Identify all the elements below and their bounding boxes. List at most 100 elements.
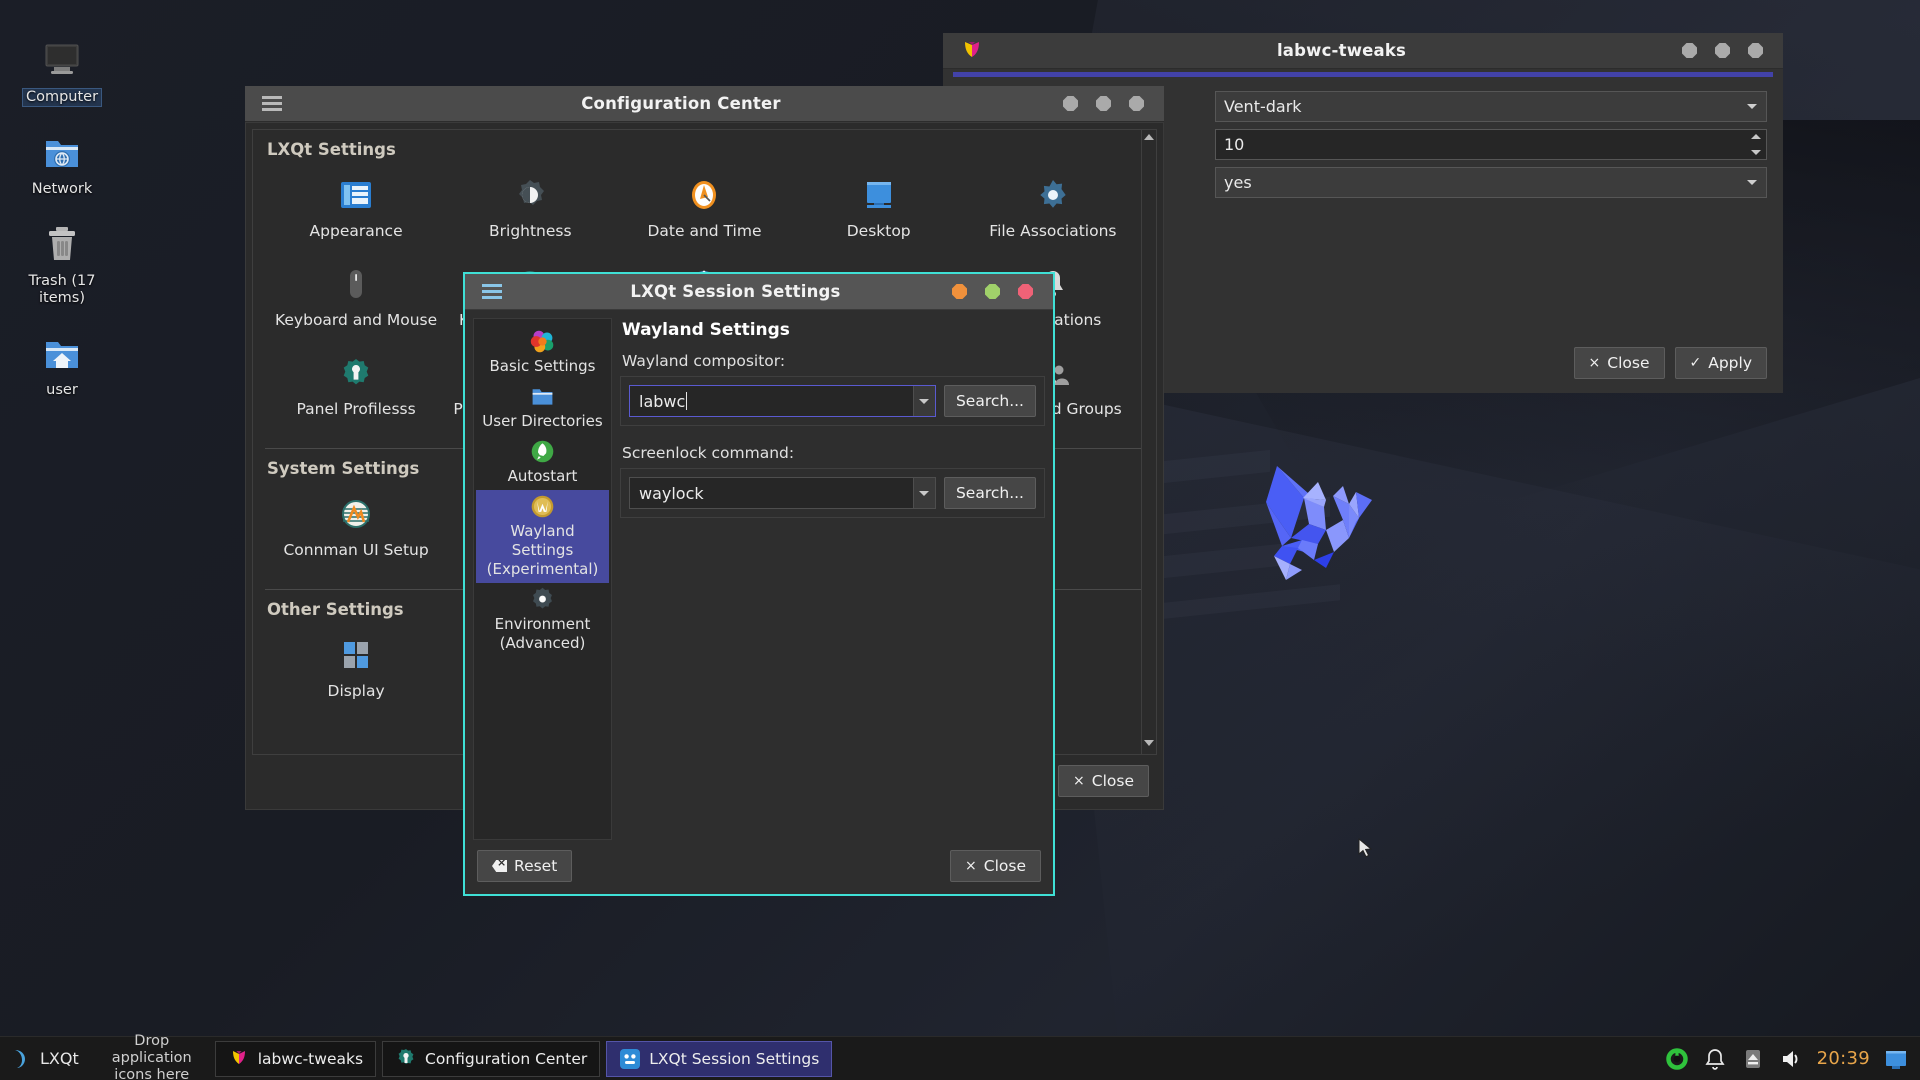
task-button-label: Configuration Center — [425, 1050, 587, 1068]
desktop-icon-user[interactable]: user — [14, 329, 110, 399]
volume-icon[interactable] — [1779, 1047, 1803, 1071]
panel-profiles-icon — [338, 355, 374, 391]
config-item-panel-profilesss[interactable]: Panel Profilesss — [269, 343, 443, 432]
task-button-configuration-center[interactable]: Configuration Center — [382, 1041, 600, 1077]
labwc-close-button[interactable]: × Close — [1574, 347, 1665, 379]
config-item-keyboard-and-mouse[interactable]: Keyboard and Mouse — [269, 254, 443, 343]
sidebar-item-environment[interactable]: Environment (Advanced) — [476, 583, 609, 657]
session-blue-icon — [619, 1048, 641, 1070]
session-close-button[interactable]: × Close — [950, 850, 1041, 882]
config-item-connman-ui-setup[interactable]: Connman UI Setup — [269, 484, 443, 573]
desktop-icon-trash[interactable]: Trash (17 items) — [14, 220, 110, 307]
minimize-button[interactable] — [1063, 96, 1078, 111]
openbox-theme-combobox[interactable]: Vent-dark — [1215, 91, 1767, 122]
folder-icon — [529, 383, 556, 410]
wayland-compositor-label: Wayland compositor: — [622, 352, 1045, 370]
maximize-button[interactable] — [985, 284, 1000, 299]
drop-shadows-value: yes — [1224, 173, 1252, 192]
task-button-label: LXQt Session Settings — [649, 1050, 819, 1068]
rocket-icon — [529, 438, 556, 465]
maximize-button[interactable] — [1096, 96, 1111, 111]
wayland-compositor-input[interactable]: labwc — [629, 385, 936, 417]
close-button[interactable] — [1129, 96, 1144, 111]
wayland-compositor-search-button[interactable]: Search... — [944, 385, 1036, 417]
start-menu-button[interactable]: LXQt — [0, 1037, 89, 1080]
config-item-desktop[interactable]: Desktop — [792, 165, 966, 254]
minimize-button[interactable] — [1682, 43, 1697, 58]
session-settings-title: LXQt Session Settings — [519, 282, 952, 301]
config-item-brightness[interactable]: Brightness — [443, 165, 617, 254]
config-center-menu-slot[interactable] — [245, 96, 299, 111]
config-center-close-button[interactable]: × Close — [1058, 765, 1149, 797]
sidebar-item-basic-settings[interactable]: Basic Settings — [476, 325, 609, 380]
screenlock-command-value: waylock — [639, 484, 704, 503]
config-item-file-associations[interactable]: File Associations — [966, 165, 1140, 254]
reset-icon — [492, 860, 507, 872]
eject-media-icon[interactable] — [1741, 1047, 1765, 1071]
config-item-appearance[interactable]: Appearance — [269, 165, 443, 254]
chevron-down-icon — [1747, 180, 1757, 185]
notification-bell-icon[interactable] — [1703, 1047, 1727, 1071]
taskbar: LXQt Drop application icons here labwc-t… — [0, 1036, 1920, 1080]
config-center-titlebar[interactable]: Configuration Center — [245, 86, 1164, 122]
close-button[interactable] — [1748, 43, 1763, 58]
session-settings-footer: Reset × Close — [465, 840, 1053, 894]
desktop-icon-label: Trash (17 items) — [14, 273, 110, 307]
chevron-down-icon[interactable] — [913, 386, 935, 416]
corner-radius-value: 10 — [1224, 135, 1244, 154]
spin-down-icon[interactable] — [1751, 150, 1761, 155]
drop-shadows-combobox[interactable]: yes — [1215, 167, 1767, 198]
start-menu-label: LXQt — [40, 1049, 79, 1068]
task-button-labwc-tweaks[interactable]: labwc-tweaks — [215, 1041, 376, 1077]
hamburger-icon[interactable] — [482, 284, 502, 299]
close-icon: × — [1073, 774, 1085, 788]
session-settings-titlebar[interactable]: LXQt Session Settings — [465, 274, 1053, 310]
show-desktop-icon[interactable] — [1884, 1047, 1908, 1071]
scroll-down-icon[interactable] — [1144, 740, 1154, 746]
spin-up-icon[interactable] — [1751, 134, 1761, 139]
trash-icon — [38, 220, 86, 268]
corner-radius-spinbox[interactable]: 10 — [1215, 129, 1767, 160]
text-caret — [686, 392, 687, 410]
desktop-icon-label: Computer — [23, 89, 101, 106]
screenlock-command-label: Screenlock command: — [622, 444, 1045, 462]
gear-icon — [529, 586, 556, 613]
connman-icon — [338, 496, 374, 532]
chevron-down-icon[interactable] — [913, 478, 935, 508]
labwc-apply-button[interactable]: ✓ Apply — [1675, 347, 1768, 379]
power-status-icon[interactable] — [1665, 1047, 1689, 1071]
config-item-label: File Associations — [989, 222, 1116, 240]
sidebar-item-user-directories[interactable]: User Directories — [476, 380, 609, 435]
config-item-date-and-time[interactable]: Date and Time — [617, 165, 791, 254]
screenlock-command-input[interactable]: waylock — [629, 477, 936, 509]
maximize-button[interactable] — [1715, 43, 1730, 58]
sidebar-item-label: Autostart — [508, 467, 578, 486]
session-settings-menu-slot[interactable] — [465, 284, 519, 299]
reset-button[interactable]: Reset — [477, 850, 572, 882]
task-button-lxqt-session-settings[interactable]: LXQt Session Settings — [606, 1041, 832, 1077]
screenlock-command-search-button[interactable]: Search... — [944, 477, 1036, 509]
session-settings-sidebar: Basic Settings User Directories — [473, 318, 612, 840]
desktop-icon-network[interactable]: Network — [14, 128, 110, 198]
close-button[interactable] — [1018, 284, 1033, 299]
close-icon: × — [965, 859, 977, 873]
config-center-scrollbar[interactable] — [1141, 130, 1156, 754]
desktop-icon-list: Computer Network Trash (17 items) — [14, 36, 114, 421]
minimize-button[interactable] — [952, 284, 967, 299]
hamburger-icon[interactable] — [262, 96, 282, 111]
labwc-tweaks-titlebar[interactable]: labwc-tweaks — [943, 33, 1783, 69]
sidebar-item-wayland-settings[interactable]: Wayland Settings (Experimental) — [476, 490, 609, 583]
wrench-icon — [395, 1048, 417, 1070]
clock[interactable]: 20:39 — [1817, 1048, 1870, 1069]
scroll-up-icon[interactable] — [1144, 134, 1154, 140]
config-item-display[interactable]: Display — [269, 625, 443, 714]
session-settings-window[interactable]: LXQt Session Settings — [463, 272, 1055, 896]
sidebar-item-autostart[interactable]: Autostart — [476, 435, 609, 490]
desktop-icon-label: user — [46, 382, 78, 399]
labwc-close-label: Close — [1607, 354, 1649, 372]
desktop-icon-computer[interactable]: Computer — [14, 36, 110, 106]
quicklaunch-dropzone[interactable]: Drop application icons here — [89, 1033, 215, 1080]
config-center-close-label: Close — [1092, 772, 1134, 790]
spinner-arrows[interactable] — [1749, 132, 1763, 157]
labwc-tweaks-title: labwc-tweaks — [1001, 41, 1682, 60]
